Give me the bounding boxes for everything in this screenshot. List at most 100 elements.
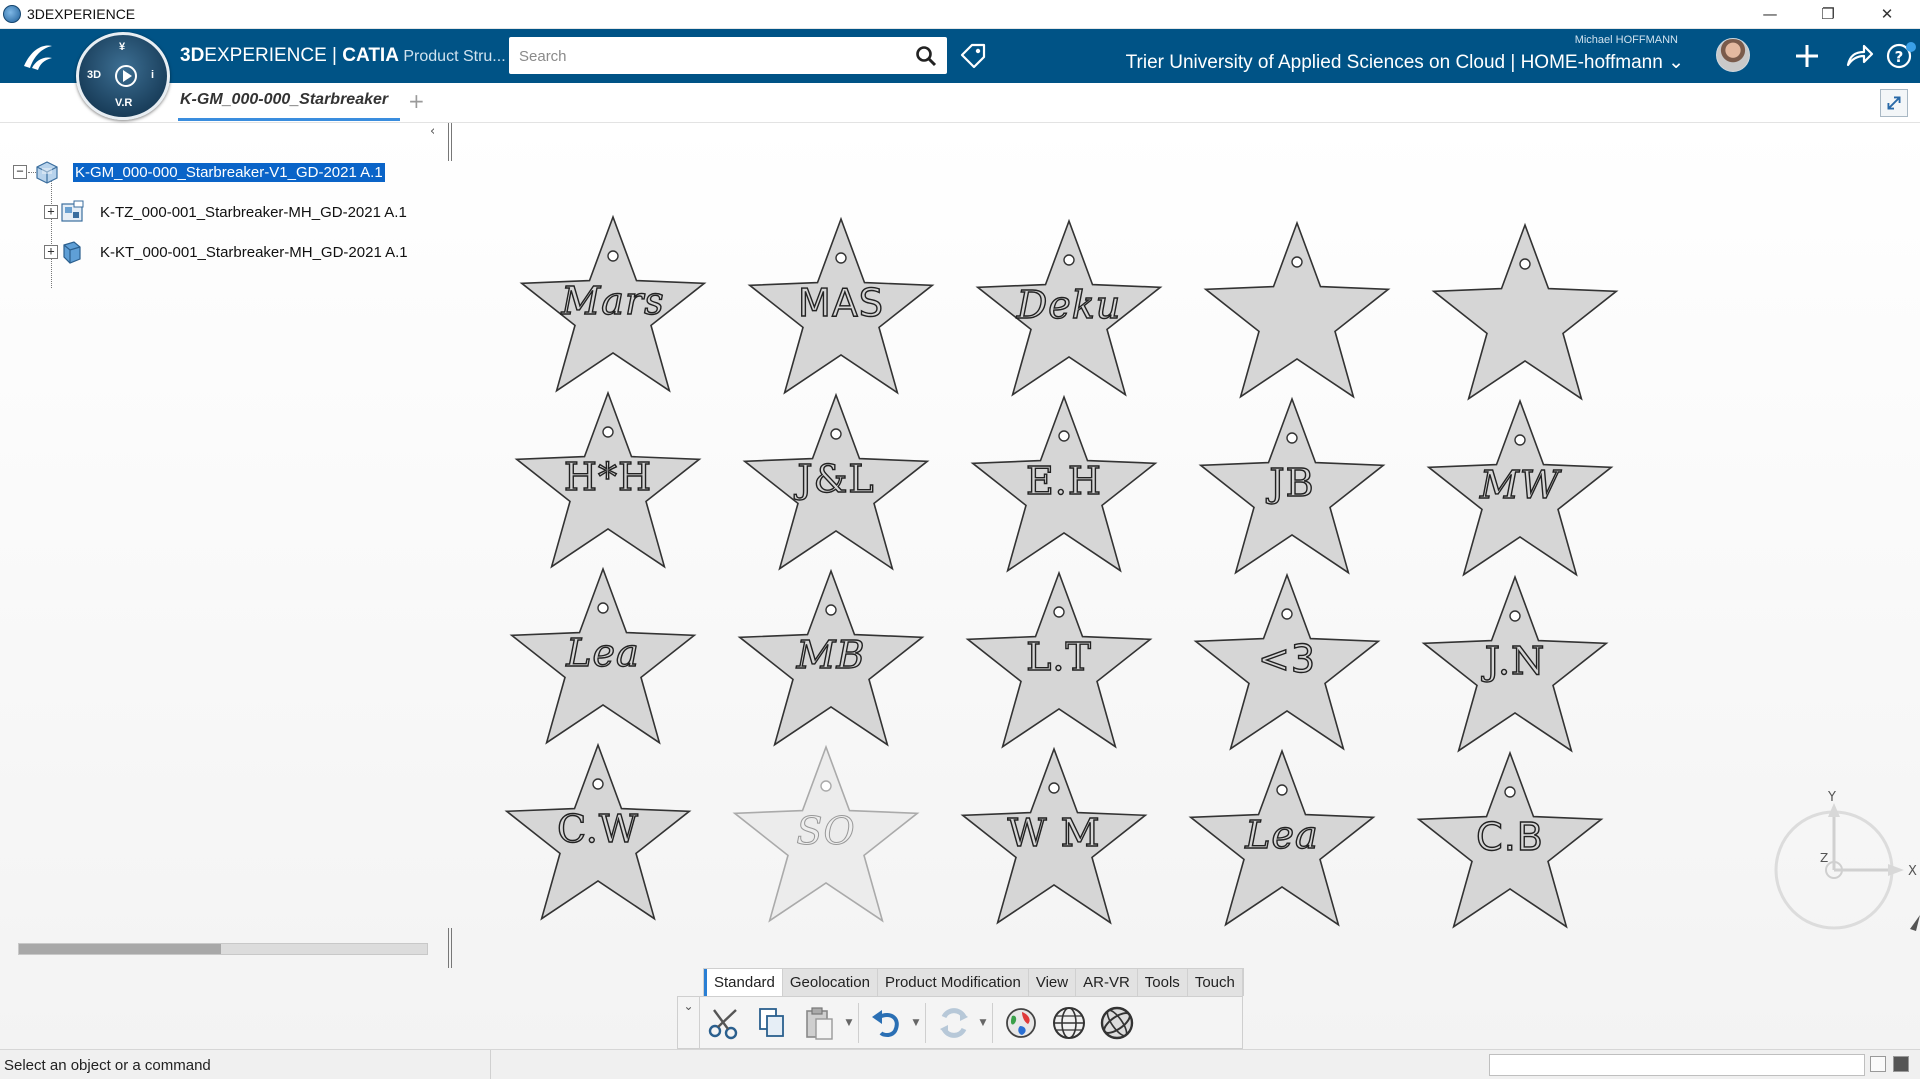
search-icon[interactable] — [915, 45, 937, 67]
app-icon — [3, 5, 21, 23]
compass-left-label[interactable]: 3D — [87, 69, 101, 81]
star-part[interactable]: SO — [721, 731, 931, 931]
separator — [925, 1002, 926, 1043]
star-engraving: H*H — [563, 454, 653, 499]
tree-item-child-2[interactable]: + K-KT_000-001_Starbreaker-MH_GD-2021 A.… — [44, 239, 410, 265]
star-part[interactable]: W M — [949, 733, 1159, 933]
star-part[interactable]: JB — [1187, 383, 1397, 583]
walk-mode-button[interactable] — [1047, 1001, 1091, 1045]
star-engraving: SO — [796, 809, 856, 854]
star-engraving: JB — [1269, 460, 1315, 505]
tab-standard[interactable]: Standard — [704, 969, 783, 996]
star-part[interactable]: Deku — [964, 205, 1174, 405]
tree-item-root[interactable]: − K-GM_000-000_Starbreaker-V1_GD-2021 A.… — [13, 159, 385, 185]
separator — [992, 1002, 993, 1043]
separator — [858, 1002, 859, 1043]
paste-options-icon[interactable]: ▼ — [844, 1018, 854, 1028]
compass-bottom-label[interactable]: V.R — [115, 97, 132, 109]
fly-mode-button[interactable] — [999, 1001, 1043, 1045]
app-brand: 3DEXPERIENCE | CATIA Product Stru... — [180, 45, 506, 66]
action-bar-expand-icon[interactable]: ⌄ — [678, 996, 700, 1049]
app-role: Product Stru... — [398, 48, 506, 65]
tree-splitter[interactable] — [448, 123, 452, 161]
tag-icon[interactable] — [958, 41, 988, 71]
star-part[interactable]: C.W — [493, 729, 703, 929]
star-part[interactable]: H*H — [503, 377, 713, 577]
undo-options-icon[interactable]: ▼ — [911, 1018, 921, 1028]
tree-item-label[interactable]: K-TZ_000-001_Starbreaker-MH_GD-2021 A.1 — [98, 203, 409, 222]
3d-viewer[interactable]: ‹ − K-GM_000-000_Starbreaker-V1_GD-2021 … — [0, 123, 1920, 1049]
star-part[interactable]: C.B — [1405, 737, 1615, 937]
axis-y-label: Y — [1827, 790, 1836, 805]
star-part[interactable]: J.N — [1410, 561, 1620, 761]
update-button[interactable] — [932, 1001, 976, 1045]
tree-item-label[interactable]: K-KT_000-001_Starbreaker-MH_GD-2021 A.1 — [98, 243, 410, 262]
star-part[interactable]: MAS — [736, 203, 946, 403]
tree-splitter-bottom[interactable] — [448, 928, 452, 968]
plus-icon[interactable] — [1792, 41, 1822, 71]
paste-button[interactable] — [798, 1001, 842, 1045]
compass-right-label[interactable]: i — [151, 69, 154, 81]
collapse-tree-icon[interactable]: ‹ — [430, 124, 435, 139]
compass-widget[interactable]: ¥ 3D i V.R — [76, 32, 170, 120]
copy-button[interactable] — [750, 1001, 794, 1045]
star-part[interactable]: MB — [726, 555, 936, 755]
sphere-icon — [1100, 1006, 1134, 1039]
help-icon[interactable]: ? — [1886, 41, 1916, 71]
star-part[interactable]: E.H — [959, 381, 1169, 581]
star-part[interactable]: J&L — [731, 379, 941, 579]
star-part[interactable]: MW — [1415, 385, 1625, 585]
star-part[interactable] — [1420, 209, 1630, 409]
tree-horizontal-scrollbar[interactable] — [18, 943, 428, 955]
tab-touch[interactable]: Touch — [1188, 969, 1243, 996]
axis-triad-icon[interactable]: Y X Z — [1770, 789, 1920, 939]
cut-button[interactable] — [702, 1001, 746, 1045]
tree-item-label[interactable]: K-GM_000-000_Starbreaker-V1_GD-2021 A.1 — [73, 162, 385, 182]
add-tab-button[interactable]: + — [408, 89, 425, 113]
search-box — [509, 37, 947, 74]
star-part[interactable]: Lea — [498, 553, 708, 753]
star-engraving: <3 — [1257, 636, 1317, 681]
star-engraving: J&L — [797, 456, 875, 501]
os-titlebar: 3DEXPERIENCE — ❐ ✕ — [0, 0, 1920, 29]
star-part[interactable] — [1192, 207, 1402, 407]
tab-product-modification[interactable]: Product Modification — [878, 969, 1029, 996]
dassault-logo-icon[interactable] — [18, 38, 58, 74]
star-engraving: MAS — [797, 280, 884, 325]
tab-geolocation[interactable]: Geolocation — [783, 969, 878, 996]
avatar[interactable] — [1716, 38, 1750, 72]
star-part[interactable]: L.T — [954, 557, 1164, 757]
globe-icon — [1053, 1006, 1085, 1039]
console-icon[interactable] — [1893, 1056, 1909, 1072]
share-icon[interactable] — [1844, 41, 1874, 71]
tab-document[interactable]: K-GM_000-000_Starbreaker — [180, 91, 398, 109]
scrollbar-thumb[interactable] — [19, 944, 221, 954]
look-at-button[interactable] — [1095, 1001, 1139, 1045]
tab-view[interactable]: View — [1029, 969, 1077, 996]
star-part[interactable]: Lea — [1177, 735, 1387, 935]
tenant-selector[interactable]: Trier University of Applied Sciences on … — [1126, 51, 1684, 74]
tree-item-child-1[interactable]: + K-TZ_000-001_Starbreaker-MH_GD-2021 A.… — [44, 199, 409, 225]
tab-ar-vr[interactable]: AR-VR — [1076, 969, 1138, 996]
fullscreen-icon[interactable] — [1880, 89, 1908, 117]
search-input[interactable] — [519, 45, 899, 67]
star-engraving: L.T — [1025, 634, 1092, 679]
tab-tools[interactable]: Tools — [1138, 969, 1188, 996]
app-top-bar: 3DEXPERIENCE | CATIA Product Stru... Mic… — [0, 29, 1920, 83]
undo-button[interactable] — [865, 1001, 909, 1045]
star-engraving: E.H — [1025, 458, 1102, 503]
separator — [490, 1050, 491, 1079]
play-icon[interactable] — [115, 65, 137, 87]
star-part[interactable]: <3 — [1182, 559, 1392, 759]
restore-button[interactable]: ❐ — [1805, 2, 1851, 26]
active-tab-indicator — [178, 118, 400, 121]
expand-node-icon[interactable]: + — [44, 245, 58, 259]
minimize-button[interactable]: — — [1747, 2, 1793, 26]
expand-node-icon[interactable]: + — [44, 205, 58, 219]
collapse-node-icon[interactable]: − — [13, 165, 27, 179]
close-button[interactable]: ✕ — [1864, 2, 1910, 26]
star-part[interactable]: Mars — [508, 201, 718, 401]
command-input[interactable] — [1489, 1054, 1865, 1076]
update-options-icon[interactable]: ▼ — [978, 1018, 988, 1028]
window-mode-icon[interactable] — [1870, 1056, 1886, 1072]
